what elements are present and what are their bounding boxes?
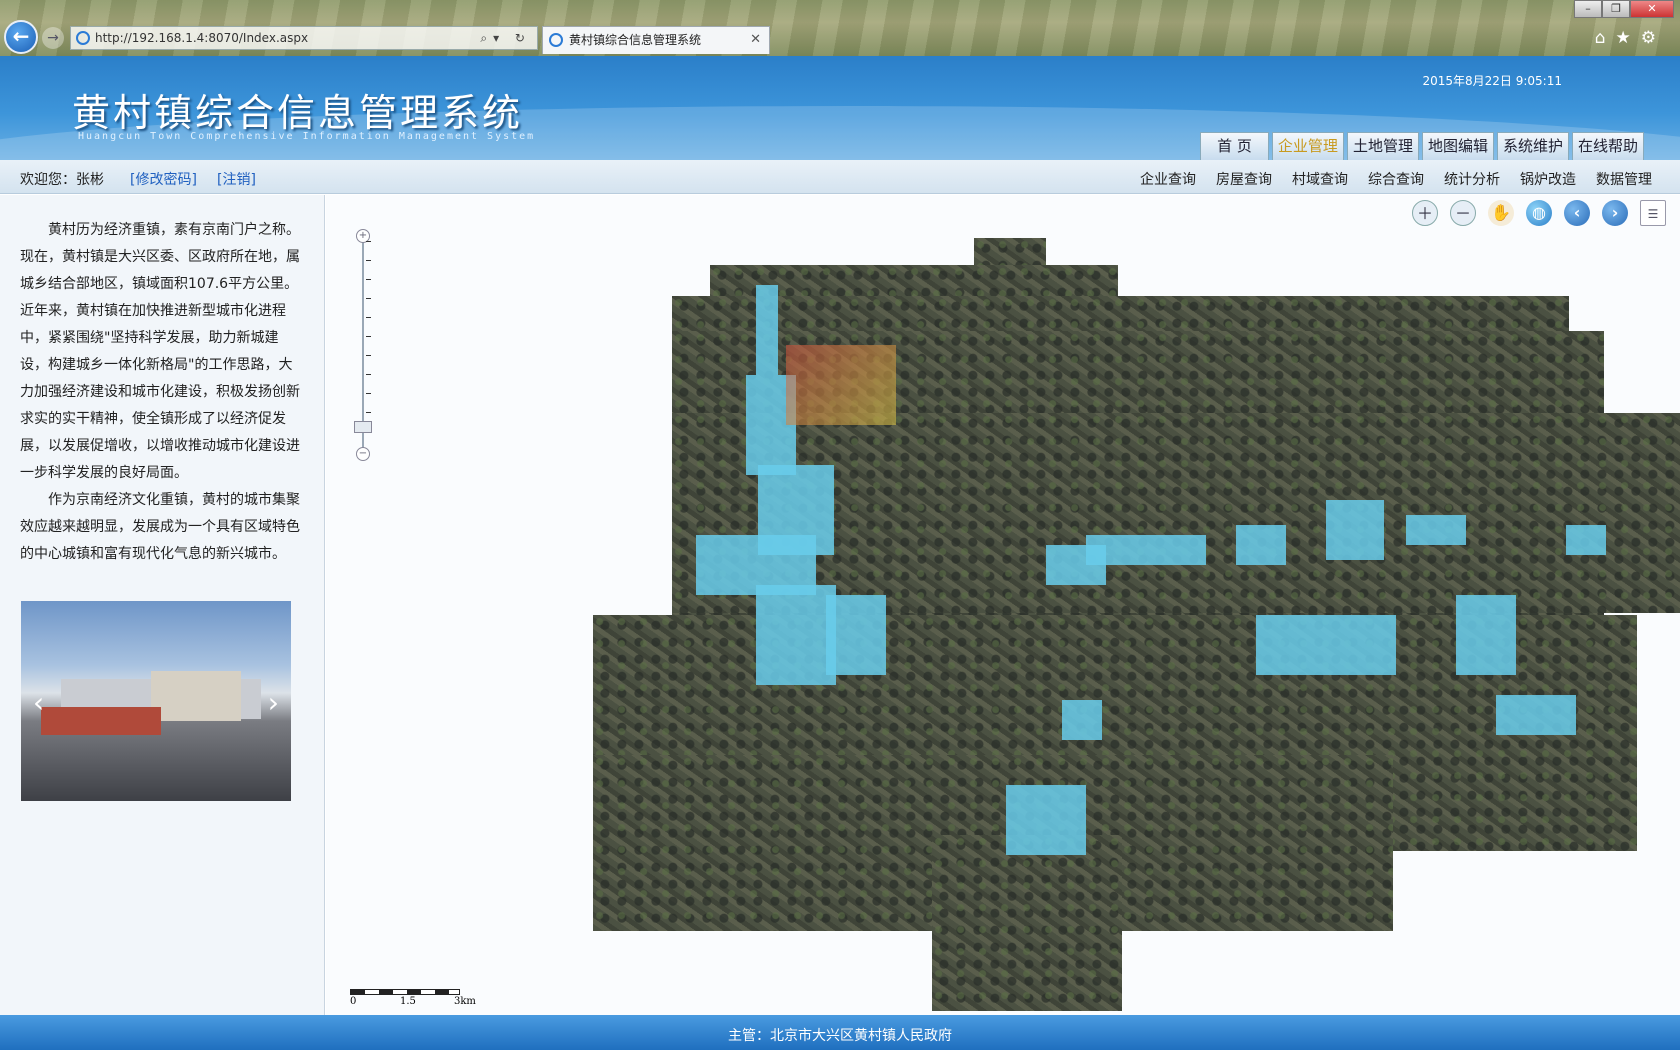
zoom-slider-minus-icon[interactable]: − (356, 447, 370, 461)
maximize-button[interactable]: ❐ (1602, 0, 1630, 18)
logout-link[interactable]: [注销] (217, 169, 256, 189)
minimize-button[interactable]: – (1574, 0, 1602, 18)
layer-list-icon[interactable]: ☰ (1640, 200, 1666, 226)
close-window-button[interactable]: ✕ (1630, 0, 1674, 18)
subnav-house-query[interactable]: 房屋查询 (1216, 169, 1272, 189)
map-view[interactable]: ＋ － ✋ ◍ ‹ › ☰ + − 0 1.5 3km (326, 195, 1680, 1015)
previous-extent-icon[interactable]: ‹ (1564, 200, 1590, 226)
settings-gear-icon[interactable]: ⚙ (1641, 28, 1666, 48)
change-password-link[interactable]: [修改密码] (130, 169, 197, 189)
subnav-enterprise-query[interactable]: 企业查询 (1140, 169, 1196, 189)
intro-paragraph: 作为京南经济文化重镇，黄村的城市集聚效应越来越明显，发展成为一个具有区域特色的中… (20, 492, 300, 562)
photo-building (151, 671, 241, 721)
tab-ie-icon (549, 33, 563, 47)
address-tools-icon[interactable]: ⌕▾ ↻ (480, 27, 531, 49)
footer-text: 主管：北京市大兴区黄村镇人民政府 (728, 1028, 952, 1044)
sub-bar: 欢迎您：张彬 [修改密码] [注销] 企业查询 房屋查询 村域查询 综合查询 统… (0, 160, 1680, 194)
photo-truck (41, 707, 161, 735)
left-panel: 黄村历为经济重镇，素有京南门户之称。现在，黄村镇是大兴区委、区政府所在地，属城乡… (0, 195, 325, 1015)
subnav-statistics[interactable]: 统计分析 (1444, 169, 1500, 189)
browser-chrome: ← → http://192.168.1.4:8070/Index.aspx ⌕… (0, 0, 1680, 56)
intro-text: 黄村历为经济重镇，素有京南门户之称。现在，黄村镇是大兴区委、区政府所在地，属城乡… (0, 217, 324, 568)
browser-forward-button[interactable]: → (42, 27, 64, 49)
address-bar[interactable]: http://192.168.1.4:8070/Index.aspx ⌕▾ ↻ (70, 26, 538, 50)
sub-nav: 企业查询 房屋查询 村域查询 综合查询 统计分析 锅炉改造 数据管理 (1140, 169, 1652, 189)
window-controls: – ❐ ✕ (1574, 0, 1674, 20)
zoom-ticks (366, 241, 371, 431)
nav-home[interactable]: 首 页 (1200, 132, 1269, 160)
zoom-out-icon[interactable]: － (1450, 200, 1476, 226)
browser-right-tools: ⌂★⚙ (1595, 28, 1666, 48)
site-subtitle-en: Huangcun Town Comprehensive Information … (78, 131, 536, 142)
tab-title: 黄村镇综合信息管理系统 (569, 33, 702, 47)
tab-close-icon[interactable]: ✕ (750, 27, 761, 53)
favorites-icon[interactable]: ★ (1616, 28, 1641, 48)
nav-enterprise[interactable]: 企业管理 (1271, 132, 1344, 160)
carousel-next-icon[interactable]: › (268, 686, 279, 719)
photo-carousel[interactable]: ‹ › (21, 601, 291, 801)
colored-zone (786, 345, 896, 425)
scale-label: 0 (350, 996, 357, 1007)
main-nav: 首 页 企业管理 土地管理 地图编辑 系统维护 在线帮助 (1200, 132, 1644, 160)
pan-hand-icon[interactable]: ✋ (1488, 200, 1514, 226)
scale-label: 3km (454, 996, 476, 1007)
map-toolbar: ＋ － ✋ ◍ ‹ › ☰ (1412, 200, 1666, 226)
nav-help[interactable]: 在线帮助 (1571, 132, 1644, 160)
carousel-prev-icon[interactable]: ‹ (33, 686, 44, 719)
next-extent-icon[interactable]: › (1602, 200, 1628, 226)
scale-bar: 0 1.5 3km (350, 989, 480, 1007)
nav-system[interactable]: 系统维护 (1496, 132, 1569, 160)
intro-paragraph: 黄村历为经济重镇，素有京南门户之称。现在，黄村镇是大兴区委、区政府所在地，属城乡… (20, 222, 300, 481)
site-title: 黄村镇综合信息管理系统 (72, 91, 524, 135)
site-header: 黄村镇综合信息管理系统 Huangcun Town Comprehensive … (0, 56, 1680, 160)
address-url: http://192.168.1.4:8070/Index.aspx (95, 31, 309, 45)
browser-tab[interactable]: 黄村镇综合信息管理系统 ✕ (542, 26, 770, 54)
subnav-boiler[interactable]: 锅炉改造 (1520, 169, 1576, 189)
subnav-combined-query[interactable]: 综合查询 (1368, 169, 1424, 189)
nav-map-edit[interactable]: 地图编辑 (1421, 132, 1494, 160)
current-datetime: 2015年8月22日 9:05:11 (1422, 74, 1562, 88)
subnav-village-query[interactable]: 村域查询 (1292, 169, 1348, 189)
footer: 主管：北京市大兴区黄村镇人民政府 (0, 1015, 1680, 1050)
nav-land[interactable]: 土地管理 (1346, 132, 1419, 160)
ie-icon (76, 31, 90, 45)
zoom-in-icon[interactable]: ＋ (1412, 200, 1438, 226)
browser-back-button[interactable]: ← (4, 20, 38, 54)
scale-label: 1.5 (400, 996, 416, 1007)
full-extent-globe-icon[interactable]: ◍ (1526, 200, 1552, 226)
subnav-data-management[interactable]: 数据管理 (1596, 169, 1652, 189)
home-icon[interactable]: ⌂ (1595, 28, 1616, 48)
welcome-text: 欢迎您：张彬 (20, 172, 104, 188)
